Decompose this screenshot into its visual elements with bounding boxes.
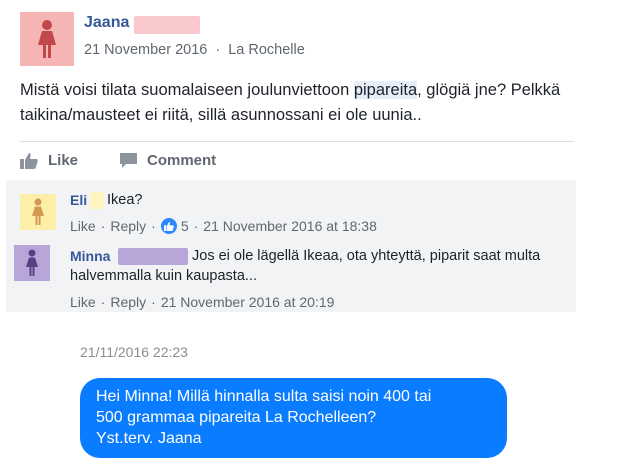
dot-separator: ·	[100, 218, 106, 234]
dot-separator: ·	[151, 294, 156, 310]
female-user-icon	[32, 198, 44, 225]
comment-label: Comment	[147, 152, 217, 169]
redacted-name	[90, 192, 104, 209]
like-label: Like	[48, 152, 79, 169]
post-meta: 21 November 2016 · La Rochelle	[84, 42, 305, 58]
message-bubble[interactable]: Hei Minna! Millä hinnalla sulta saisi no…	[80, 378, 507, 458]
redacted-name	[134, 16, 200, 34]
meta-separator: ·	[215, 42, 221, 58]
dot-separator: ·	[151, 218, 156, 234]
post-date[interactable]: 21 November 2016	[84, 42, 207, 58]
comment-actions: Like · Reply · 21 November 2016 at 20:19	[70, 294, 334, 310]
comment-time[interactable]: 21 November 2016 at 18:38	[203, 218, 377, 234]
message-timestamp: 21/11/2016 22:23	[80, 344, 188, 360]
dot-separator: ·	[100, 294, 106, 310]
comment-text: Jos ei ole lägellä Ikeaa, ota yhteyttä, …	[70, 246, 570, 286]
thumbs-up-icon	[20, 152, 38, 169]
message-line: 500 grammaa pipareita La Rochelleen?	[96, 409, 377, 426]
comment-text-line: halvemmalla kuin kaupasta...	[70, 268, 257, 284]
post-author[interactable]: Jaana	[84, 14, 129, 32]
comment-reply-link[interactable]: Reply	[110, 294, 146, 310]
post-text: Mistä voisi tilata suomalaiseen joulunvi…	[20, 78, 620, 128]
like-button[interactable]: Like	[20, 152, 78, 169]
reaction-count[interactable]: 5	[181, 218, 189, 234]
avatar[interactable]	[20, 194, 56, 230]
comments-section: Eli Ikea? Like · Reply · 5 · 21 November…	[6, 180, 576, 312]
comment-time[interactable]: 21 November 2016 at 20:19	[161, 294, 335, 310]
female-user-icon	[26, 249, 38, 276]
avatar[interactable]	[20, 12, 74, 66]
comment-author[interactable]: Eli	[70, 192, 87, 208]
post-location[interactable]: La Rochelle	[228, 42, 305, 58]
comment-text: Ikea?	[107, 192, 143, 208]
highlighted-word: pipareita	[353, 81, 418, 99]
message-line: Yst.terv. Jaana	[96, 430, 202, 447]
like-reaction-icon[interactable]	[160, 218, 177, 234]
post-actions-bar: Like Comment	[20, 141, 574, 180]
message-line: Hei Minna! Millä hinnalla sulta saisi no…	[96, 388, 432, 405]
comment-like-link[interactable]: Like	[70, 294, 96, 310]
comment-icon	[120, 152, 137, 168]
comment-reply-link[interactable]: Reply	[110, 218, 146, 234]
female-user-icon	[38, 20, 56, 58]
avatar[interactable]	[14, 245, 50, 281]
post-text-part: Mistä voisi tilata suomalaiseen joulunvi…	[20, 81, 354, 99]
dot-separator: ·	[193, 218, 199, 234]
comment-like-link[interactable]: Like	[70, 218, 96, 234]
comment-button[interactable]: Comment	[120, 152, 216, 169]
comment-text-line: Jos ei ole lägellä Ikeaa, ota yhteyttä, …	[192, 248, 541, 264]
comment-actions: Like · Reply · 5 · 21 November 2016 at 1…	[70, 218, 377, 234]
